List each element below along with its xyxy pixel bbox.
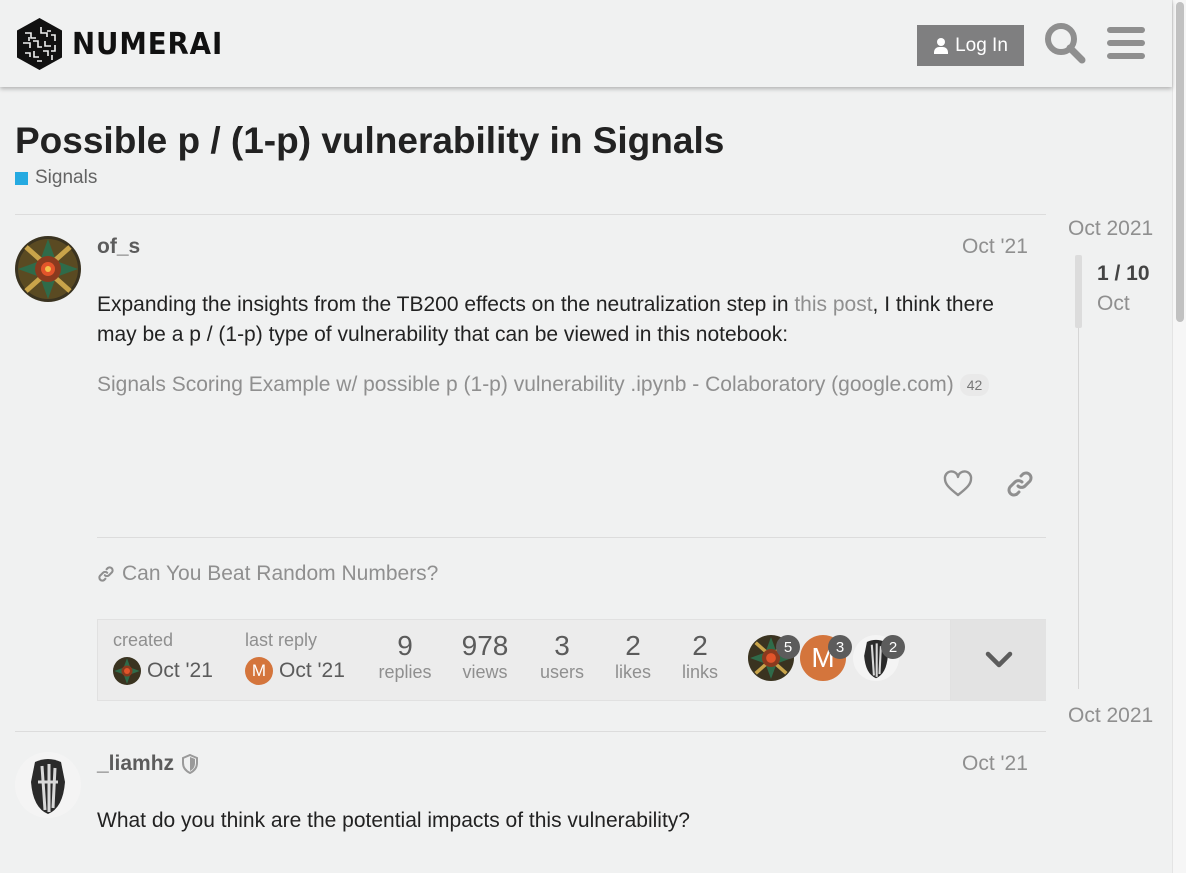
topic-title[interactable]: Possible p / (1-p) vulnerability in Sign… [15,120,724,162]
chevron-down-icon [985,651,1012,668]
linked-topic[interactable]: Can You Beat Random Numbers? [97,562,438,586]
participant-liamhz[interactable]: 2 [853,635,905,683]
views-count: 978 [461,630,509,661]
post-count-badge: 2 [881,635,905,659]
likes-stat: 2 likes [608,630,658,683]
divider [97,537,1046,538]
post-username[interactable]: _liamhz [97,752,174,776]
divider [15,731,1046,732]
post-body: What do you think are the potential impa… [97,809,690,832]
created-info: created Oct '21 [113,630,213,685]
avatar-image [15,752,81,818]
login-button[interactable]: Log In [917,25,1024,66]
replies-stat: 9 replies [375,630,435,683]
link-icon [98,566,114,582]
participant-m[interactable]: M 3 [800,635,852,683]
views-stat: 978 views [454,630,516,683]
created-date[interactable]: Oct '21 [147,659,213,683]
replies-label: replies [378,662,432,682]
replies-count: 9 [397,630,413,661]
post-body: Expanding the insights from the TB200 ef… [97,290,1037,350]
created-label: created [113,630,174,650]
page-scrollbar[interactable] [1172,0,1186,873]
post-username[interactable]: of_s [97,235,140,259]
topic-map: created Oct '21 last reply M Oct '21 9 r… [97,619,1046,701]
users-stat: 3 users [534,630,590,683]
onebox-link-text: Signals Scoring Example w/ possible p (1… [97,373,954,396]
divider [15,214,1046,215]
timeline-scroller-handle[interactable] [1075,255,1082,328]
links-label: links [681,662,718,682]
click-count-badge: 42 [959,374,990,396]
search-icon[interactable] [1044,22,1086,64]
last-reply-date[interactable]: Oct '21 [279,659,345,683]
expand-topic-map-button[interactable] [950,620,1046,700]
timeline-start-date[interactable]: Oct 2021 [1068,217,1153,241]
last-reply-info: last reply M Oct '21 [245,630,345,685]
likes-count: 2 [625,630,641,661]
post-text-before: Expanding the insights from the TB200 ef… [97,293,795,316]
shield-icon [182,754,198,774]
logo-text: NUMERAI [72,26,224,62]
avatar-liamhz[interactable] [15,752,81,818]
likes-label: likes [614,662,651,682]
post-date[interactable]: Oct '21 [962,235,1028,259]
category-label: Signals [35,167,98,188]
category-badge[interactable]: Signals [15,167,97,189]
colab-notebook-link[interactable]: Signals Scoring Example w/ possible p (1… [97,373,990,397]
avatar-image [15,236,81,302]
heart-icon[interactable] [943,469,973,499]
user-icon [934,38,949,54]
site-logo[interactable]: NUMERAI [15,17,236,71]
views-label: views [462,662,508,682]
numerai-logo-icon [17,18,62,70]
timeline-end-date[interactable]: Oct 2021 [1068,704,1153,728]
timeline-position: 1 / 10 [1097,262,1150,285]
link-icon[interactable] [1005,469,1035,499]
category-color-square [15,171,28,185]
links-count: 2 [692,630,708,661]
scrollbar-thumb[interactable] [1176,2,1184,322]
users-label: users [539,662,584,682]
participant-of-s[interactable]: 5 [748,635,800,683]
linked-topic-title: Can You Beat Random Numbers? [122,562,439,585]
hamburger-menu-icon[interactable] [1107,25,1145,61]
avatar-of-s[interactable] [113,657,141,685]
avatar-m[interactable]: M [245,657,273,685]
site-header: NUMERAI Log In [0,0,1172,87]
post-count-badge: 5 [776,635,800,659]
avatar-of-s[interactable] [15,236,81,302]
links-stat[interactable]: 2 links [675,630,725,683]
timeline-current-date: Oct [1097,292,1130,315]
login-label: Log In [955,34,1008,56]
post-date[interactable]: Oct '21 [962,752,1028,776]
post-count-badge: 3 [828,635,852,659]
last-reply-label: last reply [245,630,318,650]
this-post-link[interactable]: this post [794,293,872,316]
users-count: 3 [554,630,570,661]
